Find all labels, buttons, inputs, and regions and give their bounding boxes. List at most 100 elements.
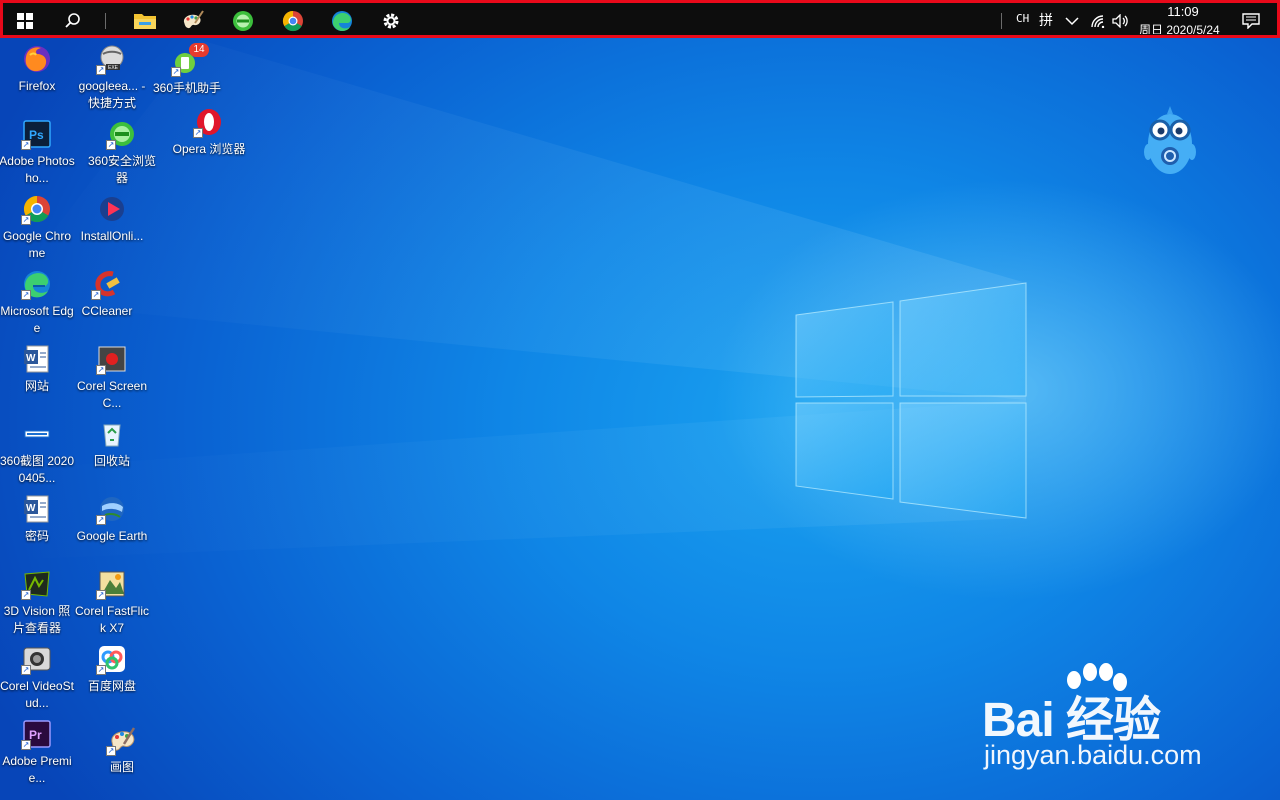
clock-date[interactable]: 周日 2020/5/24 bbox=[1139, 22, 1231, 34]
ime-mode-indicator[interactable]: 拼 bbox=[1039, 10, 1053, 30]
desktop-icon-corel-screencap[interactable]: ↗ Corel ScreenC... bbox=[76, 343, 148, 412]
wifi-icon bbox=[1091, 15, 1105, 28]
desktop-icon-label: 百度网盘 bbox=[87, 679, 136, 693]
shortcut-arrow-icon: ↗ bbox=[21, 215, 31, 225]
360-browser-icon bbox=[233, 11, 253, 31]
desktop-icon-paint[interactable]: ↗ 画图 bbox=[86, 724, 158, 776]
desktop-icon-password-doc[interactable]: W 密码 bbox=[1, 493, 73, 545]
desktop-icon-360-browser[interactable]: ↗ 360安全浏览器 bbox=[86, 118, 158, 187]
desktop-icon-google-chrome[interactable]: ↗ Google Chrome bbox=[1, 193, 73, 262]
file-explorer-icon bbox=[134, 14, 156, 29]
shortcut-arrow-icon: ↗ bbox=[106, 140, 116, 150]
google-earth-icon: ↗ bbox=[96, 493, 128, 525]
desktop-icon-google-earth[interactable]: ↗ Google Earth bbox=[76, 493, 148, 545]
desktop[interactable]: Firefox Ps ↗ Adobe Photosho... ↗ Google … bbox=[0, 0, 1280, 800]
shortcut-arrow-icon: ↗ bbox=[106, 746, 116, 756]
taskbar-edge[interactable] bbox=[326, 8, 358, 34]
shortcut-arrow-icon: ↗ bbox=[96, 665, 106, 675]
image-file-icon bbox=[21, 418, 53, 450]
desktop-icon-adobe-photoshop[interactable]: Ps ↗ Adobe Photosho... bbox=[0, 118, 75, 187]
show-hidden-icons-button[interactable] bbox=[1057, 8, 1087, 34]
opera-icon: ↗ bbox=[193, 106, 225, 138]
googleearth-icon: EXE ↗ bbox=[96, 43, 128, 75]
desktop-icon-label: Corel FastFlick X7 bbox=[74, 604, 149, 635]
baidu-jingyan-watermark: Bai 经验 jingyan.baidu.com bbox=[982, 662, 1222, 772]
desktop-icon-label: 3D Vision 照片查看器 bbox=[3, 604, 71, 635]
taskbar-settings[interactable] bbox=[375, 8, 407, 34]
windows-logo-icon bbox=[17, 13, 33, 29]
edge-icon: ↗ bbox=[21, 268, 53, 300]
shortcut-arrow-icon: ↗ bbox=[96, 65, 106, 75]
shortcut-arrow-icon: ↗ bbox=[96, 590, 106, 600]
desktop-icon-label: Google Earth bbox=[76, 529, 148, 543]
action-center-button[interactable] bbox=[1235, 8, 1267, 34]
chrome-icon: ↗ bbox=[21, 193, 53, 225]
recycle-bin-icon bbox=[96, 418, 128, 450]
desktop-icon-website-doc[interactable]: W 网站 bbox=[1, 343, 73, 395]
desktop-icon-firefox[interactable]: Firefox bbox=[1, 43, 73, 95]
desktop-icon-label: 网站 bbox=[24, 379, 49, 393]
settings-icon bbox=[383, 13, 399, 29]
desktop-icon-corel-videostudio[interactable]: ↗ Corel VideoStud... bbox=[0, 643, 74, 712]
shortcut-arrow-icon: ↗ bbox=[193, 128, 203, 138]
firefox-icon bbox=[21, 43, 53, 75]
desktop-icon-label: 360截图 20200405... bbox=[0, 454, 75, 485]
desktop-icon-microsoft-edge[interactable]: ↗ Microsoft Edge bbox=[0, 268, 74, 337]
desktop-icon-opera[interactable]: ↗ Opera 浏览器 bbox=[173, 106, 245, 158]
chrome-icon bbox=[282, 10, 303, 32]
desktop-icon-360-screenshot[interactable]: 360截图 20200405... bbox=[0, 418, 75, 487]
desktop-icon-label: Corel ScreenC... bbox=[76, 379, 148, 410]
taskbar-chrome[interactable] bbox=[277, 8, 309, 34]
paint-icon bbox=[183, 10, 204, 29]
word-document-icon: W bbox=[21, 493, 53, 525]
desktop-icon-label: Opera 浏览器 bbox=[172, 142, 246, 156]
desktop-icon-ccleaner[interactable]: ↗ CCleaner bbox=[71, 268, 143, 320]
desktop-icon-corel-fastflick[interactable]: ↗ Corel FastFlick X7 bbox=[74, 568, 149, 637]
360-browser-icon: ↗ bbox=[106, 118, 138, 150]
speaker-icon bbox=[1112, 14, 1128, 28]
desktop-icon-adobe-premiere[interactable]: Pr ↗ Adobe Premie... bbox=[1, 718, 73, 787]
taskbar-file-explorer[interactable] bbox=[129, 8, 161, 34]
svg-text:Ps: Ps bbox=[29, 128, 44, 142]
clock-time[interactable]: 11:09 bbox=[1163, 4, 1203, 19]
search-button[interactable] bbox=[57, 8, 89, 34]
desktop-icon-label: 360手机助手 bbox=[152, 81, 222, 95]
svg-text:W: W bbox=[26, 353, 36, 364]
ime-language-indicator[interactable]: CH bbox=[1016, 12, 1029, 25]
premiere-icon: Pr ↗ bbox=[21, 718, 53, 750]
taskbar-360-browser[interactable] bbox=[227, 8, 259, 34]
desktop-icon-360-phone-assistant[interactable]: 14 ↗ 360手机助手 bbox=[151, 43, 223, 97]
desktop-icon-label: Adobe Premie... bbox=[2, 754, 72, 785]
desktop-icon-label: googleea... - 快捷方式 bbox=[78, 79, 146, 110]
desktop-icon-installonline[interactable]: InstallOnli... bbox=[76, 193, 148, 245]
baidu-netdisk-icon: ↗ bbox=[96, 643, 128, 675]
volume-button[interactable] bbox=[1109, 8, 1133, 34]
fastflick-icon: ↗ bbox=[96, 568, 128, 600]
videostudio-icon: ↗ bbox=[21, 643, 53, 675]
desktop-icon-label: Microsoft Edge bbox=[0, 304, 74, 335]
shortcut-arrow-icon: ↗ bbox=[21, 740, 31, 750]
desktop-icon-baidu-netdisk[interactable]: ↗ 百度网盘 bbox=[76, 643, 148, 695]
3d-vision-icon: ↗ bbox=[21, 568, 53, 600]
taskbar: CH 拼 11:09 周日 2020/5/24 bbox=[0, 0, 1280, 38]
desktop-icon-googleearth-shortcut[interactable]: EXE ↗ googleea... - 快捷方式 bbox=[76, 43, 148, 112]
shortcut-arrow-icon: ↗ bbox=[21, 140, 31, 150]
shortcut-arrow-icon: ↗ bbox=[171, 67, 181, 77]
edge-icon bbox=[332, 11, 352, 31]
desktop-icon-3d-vision[interactable]: ↗ 3D Vision 照片查看器 bbox=[1, 568, 73, 637]
tray-separator bbox=[1001, 13, 1002, 29]
shortcut-arrow-icon: ↗ bbox=[96, 365, 106, 375]
chevron-down-icon bbox=[1065, 17, 1079, 26]
shortcut-arrow-icon: ↗ bbox=[91, 290, 101, 300]
shortcut-arrow-icon: ↗ bbox=[96, 515, 106, 525]
desktop-icon-recycle-bin[interactable]: 回收站 bbox=[76, 418, 148, 470]
svg-text:W: W bbox=[26, 503, 36, 514]
desktop-icon-label: 画图 bbox=[109, 760, 134, 774]
360-phone-assistant-icon: 14 ↗ bbox=[171, 43, 209, 77]
watermark-url: jingyan.baidu.com bbox=[984, 740, 1202, 770]
network-button[interactable] bbox=[1087, 8, 1109, 34]
start-button[interactable] bbox=[9, 8, 41, 34]
taskbar-paint[interactable] bbox=[177, 8, 209, 34]
desktop-icon-label: Google Chrome bbox=[2, 229, 72, 260]
mascot-widget-icon[interactable] bbox=[1143, 104, 1197, 178]
